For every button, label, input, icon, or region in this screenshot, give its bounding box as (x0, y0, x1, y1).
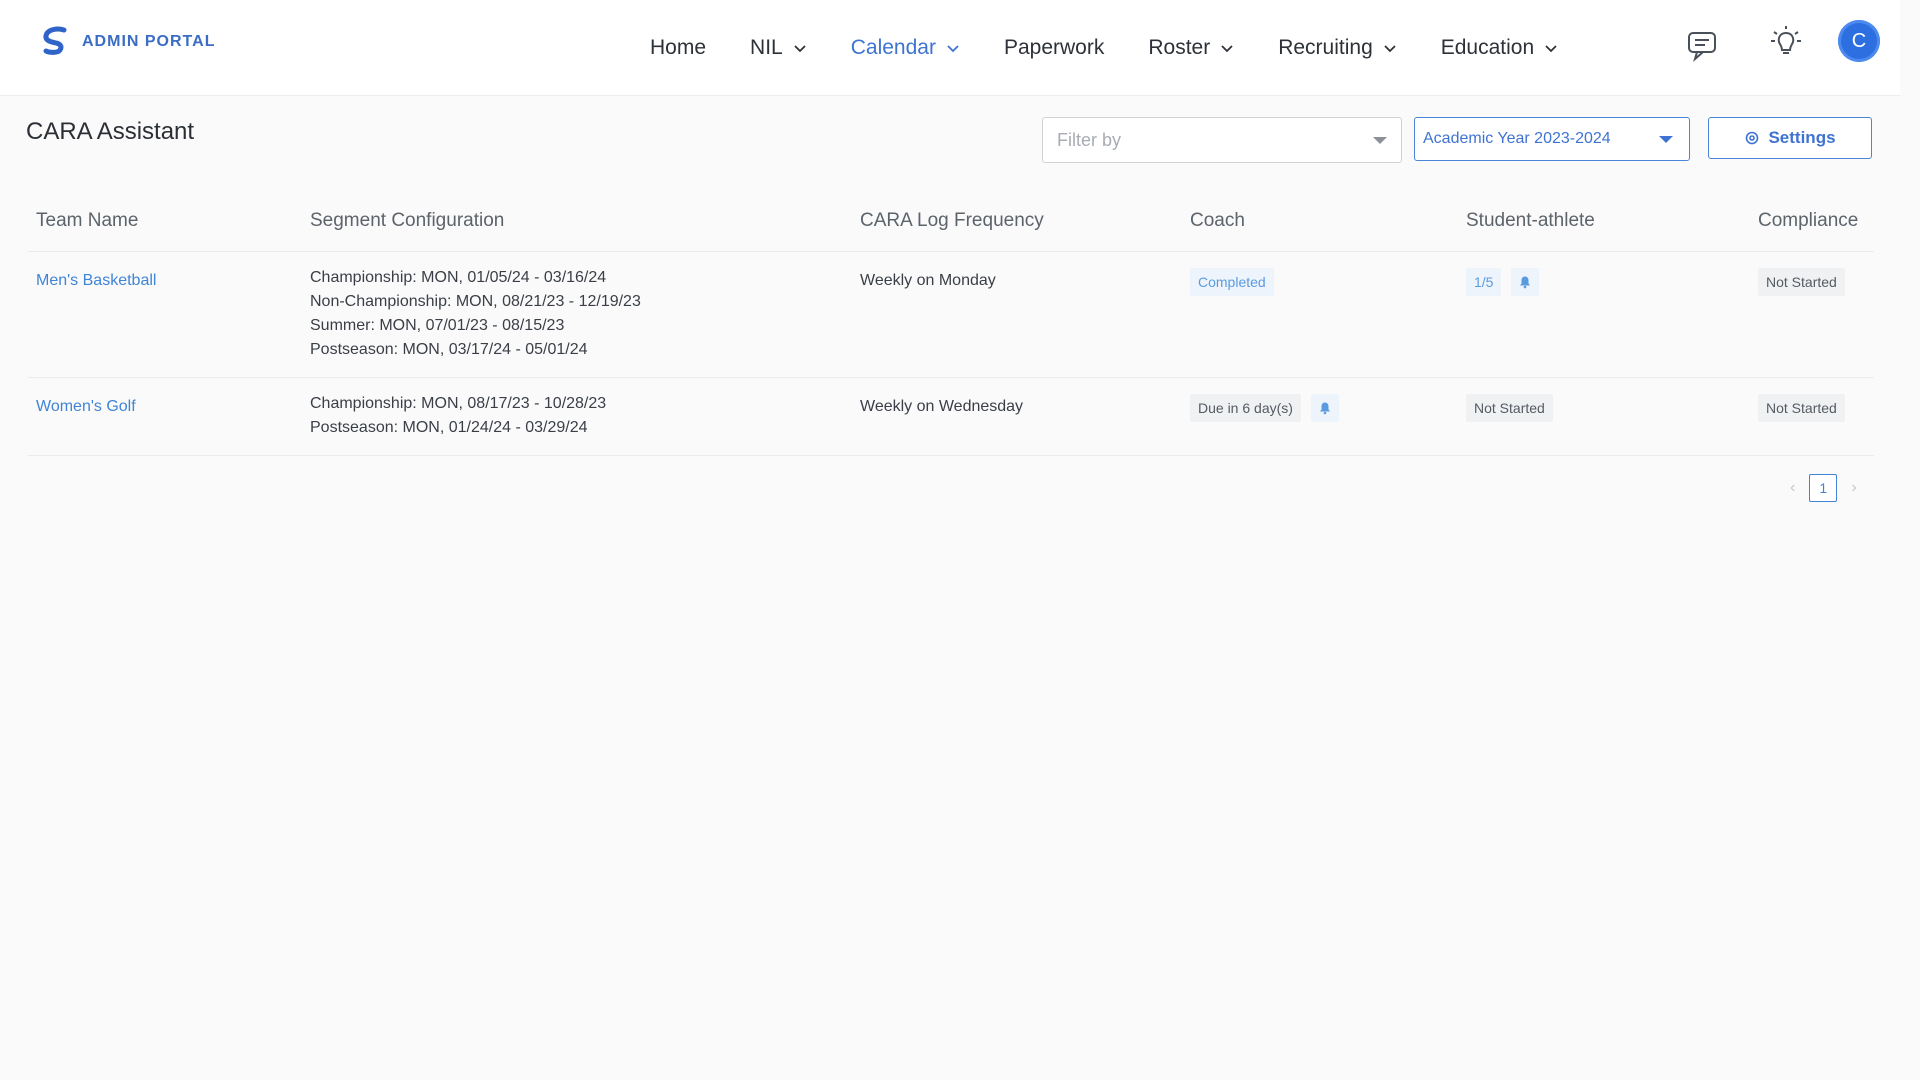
segment-line: Championship: MON, 01/05/24 - 03/16/24 (310, 269, 607, 286)
notify-button[interactable] (1511, 268, 1540, 296)
chevron-down-icon (1221, 45, 1233, 53)
student-athlete-status: 1/5 (1466, 268, 1540, 296)
nav-item-label: Recruiting (1278, 36, 1373, 59)
chevron-down-icon (794, 45, 806, 53)
top-navigation-bar: ADMIN PORTAL Home NIL Calendar Paperwork… (0, 0, 1900, 96)
nav-item-paperwork[interactable]: Paperwork (1004, 30, 1104, 66)
prev-page-button[interactable]: ‹ (1790, 479, 1795, 497)
team-link-mens-basketball[interactable]: Men's Basketball (36, 272, 156, 290)
nav-item-label: Home (650, 36, 707, 59)
settings-label: Settings (1768, 128, 1836, 147)
brand-name: ADMIN PORTAL (82, 33, 216, 50)
page-number-current[interactable]: 1 (1809, 474, 1838, 502)
pagination: ‹ 1 › (1790, 474, 1857, 502)
academic-year-select[interactable]: Academic Year 2023-2024 (1414, 117, 1690, 161)
settings-button[interactable]: Settings (1708, 117, 1872, 159)
nav-item-label: Paperwork (1003, 36, 1105, 59)
table-row: Men's Basketball Championship: MON, 01/0… (28, 252, 1874, 378)
team-link-womens-golf[interactable]: Women's Golf (36, 398, 136, 416)
chevron-down-icon (1384, 45, 1396, 53)
progress-badge: 1/5 (1466, 268, 1502, 296)
segment-configuration: Championship: MON, 08/17/23 - 10/28/23 P… (310, 392, 606, 440)
status-badge: Not Started (1758, 394, 1845, 422)
academic-year-value: Academic Year 2023-2024 (1423, 130, 1611, 147)
compliance-status: Not Started (1758, 268, 1845, 296)
main-nav: Home NIL Calendar Paperwork Roster Recru… (650, 30, 1602, 66)
nav-item-label: Roster (1148, 36, 1211, 59)
chat-icon[interactable] (1685, 28, 1721, 64)
segment-line: Postseason: MON, 01/24/24 - 03/29/24 (310, 419, 588, 436)
header-coach: Coach (1190, 210, 1245, 231)
header-cara-log-frequency: CARA Log Frequency (860, 210, 1044, 231)
log-frequency: Weekly on Monday (860, 272, 996, 289)
brand[interactable]: ADMIN PORTAL (40, 26, 215, 58)
table-header: Team Name Segment Configuration CARA Log… (28, 200, 1874, 252)
segment-line: Non-Championship: MON, 08/21/23 - 12/19/… (310, 293, 641, 310)
header-compliance: Compliance (1758, 210, 1859, 231)
bell-icon (1520, 276, 1531, 289)
coach-status: Completed (1190, 268, 1274, 296)
table-row: Women's Golf Championship: MON, 08/17/23… (28, 378, 1874, 456)
caret-down-icon (1659, 136, 1673, 143)
nav-item-education[interactable]: Education (1441, 30, 1558, 66)
student-athlete-status: Not Started (1466, 394, 1553, 422)
filter-placeholder: Filter by (1057, 129, 1122, 150)
nav-item-label: Education (1440, 36, 1535, 59)
status-badge: Due in 6 day(s) (1190, 394, 1301, 422)
avatar[interactable]: C (1838, 20, 1880, 62)
chevron-down-icon (1545, 45, 1557, 53)
status-badge: Not Started (1466, 394, 1553, 422)
nav-item-roster[interactable]: Roster (1148, 30, 1234, 66)
status-badge: Not Started (1758, 268, 1845, 296)
nav-item-home[interactable]: Home (650, 30, 706, 66)
chevron-down-icon (947, 45, 959, 53)
segment-line: Championship: MON, 08/17/23 - 10/28/23 (310, 395, 607, 412)
notify-button[interactable] (1310, 394, 1339, 422)
header-segment-configuration: Segment Configuration (310, 210, 505, 231)
s-logo-icon (43, 26, 67, 55)
nav-item-label: NIL (750, 36, 783, 59)
page-title: CARA Assistant (26, 118, 195, 145)
segment-line: Postseason: MON, 03/17/24 - 05/01/24 (310, 341, 588, 358)
avatar-letter: C (1851, 29, 1867, 52)
gear-icon (1746, 131, 1759, 145)
bell-icon (1319, 402, 1330, 415)
lightbulb-icon[interactable] (1768, 24, 1804, 60)
header-team-name: Team Name (36, 210, 139, 231)
header-student-athlete: Student-athlete (1466, 210, 1595, 231)
log-frequency: Weekly on Wednesday (860, 398, 1024, 415)
segment-configuration: Championship: MON, 01/05/24 - 03/16/24 N… (310, 266, 641, 362)
caret-down-icon (1373, 137, 1387, 144)
segment-line: Summer: MON, 07/01/23 - 08/15/23 (310, 317, 565, 334)
coach-status: Due in 6 day(s) (1190, 394, 1339, 422)
filter-select[interactable]: Filter by (1042, 117, 1402, 163)
nav-item-nil[interactable]: NIL (750, 30, 807, 66)
status-badge: Completed (1190, 268, 1274, 296)
next-page-button[interactable]: › (1851, 479, 1856, 497)
compliance-status: Not Started (1758, 394, 1845, 422)
nav-item-calendar[interactable]: Calendar (851, 30, 960, 66)
nav-item-label: Calendar (850, 36, 936, 59)
nav-item-recruiting[interactable]: Recruiting (1278, 30, 1397, 66)
cara-table: Team Name Segment Configuration CARA Log… (28, 200, 1874, 456)
